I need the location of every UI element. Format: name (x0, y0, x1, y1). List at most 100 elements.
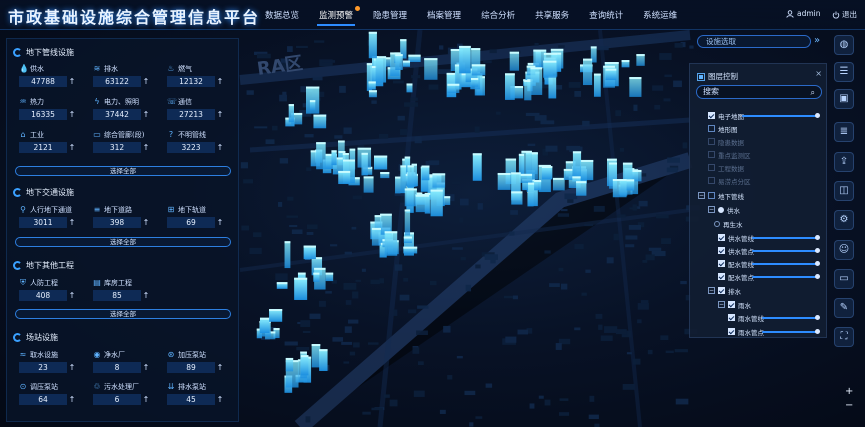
nav-hazard[interactable]: 隐患管理 (363, 0, 417, 28)
stack-icon[interactable]: ◫ (834, 181, 854, 201)
select-all-pipelines-button[interactable]: 选择全部 (15, 166, 231, 176)
zoom-in-button[interactable]: + (845, 386, 853, 397)
stat-cell[interactable]: 💧 供水 47788 ↑ (19, 63, 91, 89)
layer-tree-item[interactable]: 供水管线 (718, 233, 754, 243)
opacity-slider[interactable] (752, 235, 820, 240)
layer-tree-item[interactable]: − 地下管线 (698, 191, 744, 201)
layer-checkbox[interactable] (728, 301, 735, 308)
stat-cell[interactable]: ♒ 热力 16335 ↑ (19, 96, 91, 122)
layer-checkbox[interactable] (708, 138, 715, 145)
layer-tree-item[interactable]: 配水管点 (718, 272, 754, 282)
pen-icon[interactable]: ✎ (834, 298, 854, 318)
layer-tree-item[interactable]: 雨水管点 (728, 327, 764, 337)
nav-share[interactable]: 共享服务 (525, 0, 579, 28)
layer-tree-item[interactable]: − 雨水 (718, 300, 751, 310)
share-icon[interactable]: ⇪ (834, 152, 854, 172)
stat-cell[interactable]: ◉ 净水厂 8 ↑ (93, 349, 165, 375)
stat-cell[interactable]: ⌂ 工业 2121 ↑ (19, 129, 91, 155)
layer-checkbox[interactable] (718, 260, 725, 267)
layer-tree-item[interactable]: 再生水 (714, 219, 743, 229)
collapse-toggle-icon[interactable]: − (698, 192, 705, 199)
stat-cell[interactable]: ≈ 取水设施 23 ↑ (19, 349, 91, 375)
briefcase-icon[interactable]: ▣ (834, 89, 854, 109)
slider-knob[interactable] (815, 274, 820, 279)
opacity-slider[interactable] (762, 329, 820, 334)
stat-cell[interactable]: ⇊ 排水泵站 45 ↑ (167, 381, 239, 407)
collapse-toggle-icon[interactable]: − (708, 206, 715, 213)
layer-checkbox[interactable] (708, 112, 715, 119)
nav-monitoring[interactable]: 监测预警 (309, 0, 363, 28)
slider-knob[interactable] (815, 248, 820, 253)
layer-tree-item[interactable]: 隐患数据 (708, 137, 744, 147)
user-pin-icon[interactable]: ☺ (834, 240, 854, 260)
stat-cell[interactable]: ▭ 综合管廊(段) 312 ↑ (93, 129, 165, 155)
layer-tree-item[interactable]: 供水管点 (718, 246, 754, 256)
user-menu[interactable]: admin (786, 9, 821, 18)
layer-radio[interactable] (714, 220, 720, 227)
layer-tree-item[interactable]: 易涝点分区 (708, 176, 751, 186)
stat-cell[interactable]: ⊞ 地下轨道 69 ↑ (167, 204, 239, 230)
close-icon[interactable]: × (815, 69, 822, 78)
layer-checkbox[interactable] (728, 328, 735, 335)
slider-knob[interactable] (815, 329, 820, 334)
layer-tree-item[interactable]: − 排水 (708, 286, 741, 296)
layer-checkbox[interactable] (718, 234, 725, 241)
nav-query[interactable]: 查询统计 (579, 0, 633, 28)
layer-checkbox[interactable] (718, 247, 725, 254)
layer-checkbox[interactable] (708, 151, 715, 158)
stat-cell[interactable]: ⊙ 调压泵站 64 ↑ (19, 381, 91, 407)
opacity-slider[interactable] (752, 261, 820, 266)
stat-cell[interactable]: ⚲ 人行地下通道 3011 ↑ (19, 204, 91, 230)
stat-cell[interactable]: ≋ 排水 63122 ↑ (93, 63, 165, 89)
layer-tree-item[interactable]: 地形图 (708, 124, 738, 134)
logout-button[interactable]: 退出 (832, 9, 857, 20)
layer-checkbox[interactable] (708, 177, 715, 184)
opacity-slider[interactable] (742, 113, 820, 118)
layer-tree-item[interactable]: − 供水 (708, 205, 740, 215)
collapse-toggle-icon[interactable]: − (708, 287, 715, 294)
layer-search-input[interactable]: 搜索 ⌕ (696, 85, 822, 99)
layer-checkbox[interactable] (708, 125, 715, 132)
double-chevron-icon[interactable]: » (814, 35, 820, 46)
stat-cell[interactable]: ♨ 燃气 12132 ↑ (167, 63, 239, 89)
opacity-slider[interactable] (752, 274, 820, 279)
select-all-traffic-button[interactable]: 选择全部 (15, 237, 231, 247)
chat-icon[interactable]: ▭ (834, 269, 854, 289)
stat-cell[interactable]: ≡ 地下道路 398 ↑ (93, 204, 165, 230)
stat-cell[interactable]: ▤ 库房工程 85 ↑ (93, 277, 165, 303)
opacity-slider[interactable] (762, 315, 820, 320)
layer-checkbox[interactable] (718, 287, 725, 294)
stat-cell[interactable]: ⛨ 人防工程 408 ↑ (19, 277, 91, 303)
layer-tree-item[interactable]: 工程数据 (708, 163, 744, 173)
stat-cell[interactable]: ϟ 电力、照明 37442 ↑ (93, 96, 165, 122)
layer-checkbox[interactable] (708, 164, 715, 171)
search-icon[interactable]: ⌕ (811, 87, 815, 99)
layer-tree-item[interactable]: 重点监测区 (708, 150, 751, 160)
select-all-other-button[interactable]: 选择全部 (15, 309, 231, 319)
slider-knob[interactable] (815, 315, 820, 320)
nav-data-overview[interactable]: 数据总览 (255, 0, 309, 28)
nav-archive[interactable]: 档案管理 (417, 0, 471, 28)
layer-radio[interactable] (718, 206, 724, 213)
layer-checkbox[interactable] (718, 273, 725, 280)
nav-ops[interactable]: 系统运维 (633, 0, 687, 28)
layer-tree-item[interactable]: 雨水管线 (728, 313, 764, 323)
opacity-slider[interactable] (752, 248, 820, 253)
list-icon[interactable]: ≣ (834, 122, 854, 142)
layer-tree-item[interactable]: 电子地图 (708, 111, 744, 121)
stat-cell[interactable]: ☏ 通信 27213 ↑ (167, 96, 239, 122)
layer-checkbox[interactable] (728, 314, 735, 321)
layer-checkbox[interactable] (708, 192, 715, 199)
gear-icon[interactable]: ⚙ (834, 210, 854, 230)
layer-tree-item[interactable]: 配水管线 (718, 259, 754, 269)
nav-analysis[interactable]: 综合分析 (471, 0, 525, 28)
slider-knob[interactable] (815, 261, 820, 266)
layers-icon[interactable]: ☰ (834, 62, 854, 82)
facility-select-input[interactable]: 设施选取 (697, 35, 811, 48)
stat-cell[interactable]: ⊛ 加压泵站 89 ↑ (167, 349, 239, 375)
zoom-out-button[interactable]: − (845, 400, 853, 411)
stat-cell[interactable]: ? 不明管线 3223 ↑ (167, 129, 239, 155)
slider-knob[interactable] (815, 113, 820, 118)
globe-icon[interactable]: ◍ (834, 35, 854, 55)
slider-knob[interactable] (815, 235, 820, 240)
